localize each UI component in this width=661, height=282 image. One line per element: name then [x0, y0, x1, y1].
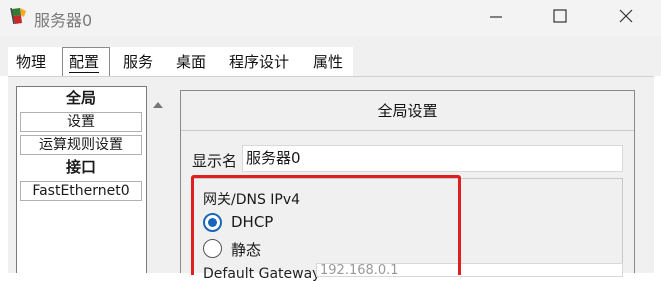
- tab-desktop[interactable]: 桌面: [176, 51, 206, 72]
- nav-scrollbar[interactable]: [147, 86, 169, 273]
- tab-config[interactable]: 配置: [69, 51, 99, 72]
- maximize-icon[interactable]: [548, 6, 572, 28]
- title-divider: [181, 130, 634, 131]
- display-name-label: 显示名: [192, 152, 238, 170]
- display-name-input[interactable]: 服务器0: [242, 145, 623, 172]
- highlight-annotation-box: [191, 175, 461, 275]
- nav-header-global: 全局: [20, 89, 142, 109]
- nav-algorithm-settings-button[interactable]: 运算规则设置: [20, 135, 142, 155]
- minimize-icon[interactable]: [484, 6, 508, 28]
- panel-title: 全局设置: [377, 102, 438, 120]
- nav-fastethernet0-button[interactable]: FastEthernet0: [20, 181, 142, 201]
- tab-services[interactable]: 服务: [123, 51, 153, 72]
- scroll-up-arrow-icon[interactable]: [152, 95, 164, 114]
- tab-physical[interactable]: 物理: [16, 51, 46, 72]
- tab-programming[interactable]: 程序设计: [229, 51, 289, 72]
- close-icon[interactable]: [614, 6, 638, 28]
- nav-header-interface: 接口: [20, 158, 142, 178]
- server-app-icon: [9, 6, 29, 26]
- tab-attributes[interactable]: 属性: [313, 51, 343, 72]
- window-title: 服务器0: [34, 11, 93, 30]
- nav-settings-button[interactable]: 设置: [20, 112, 142, 132]
